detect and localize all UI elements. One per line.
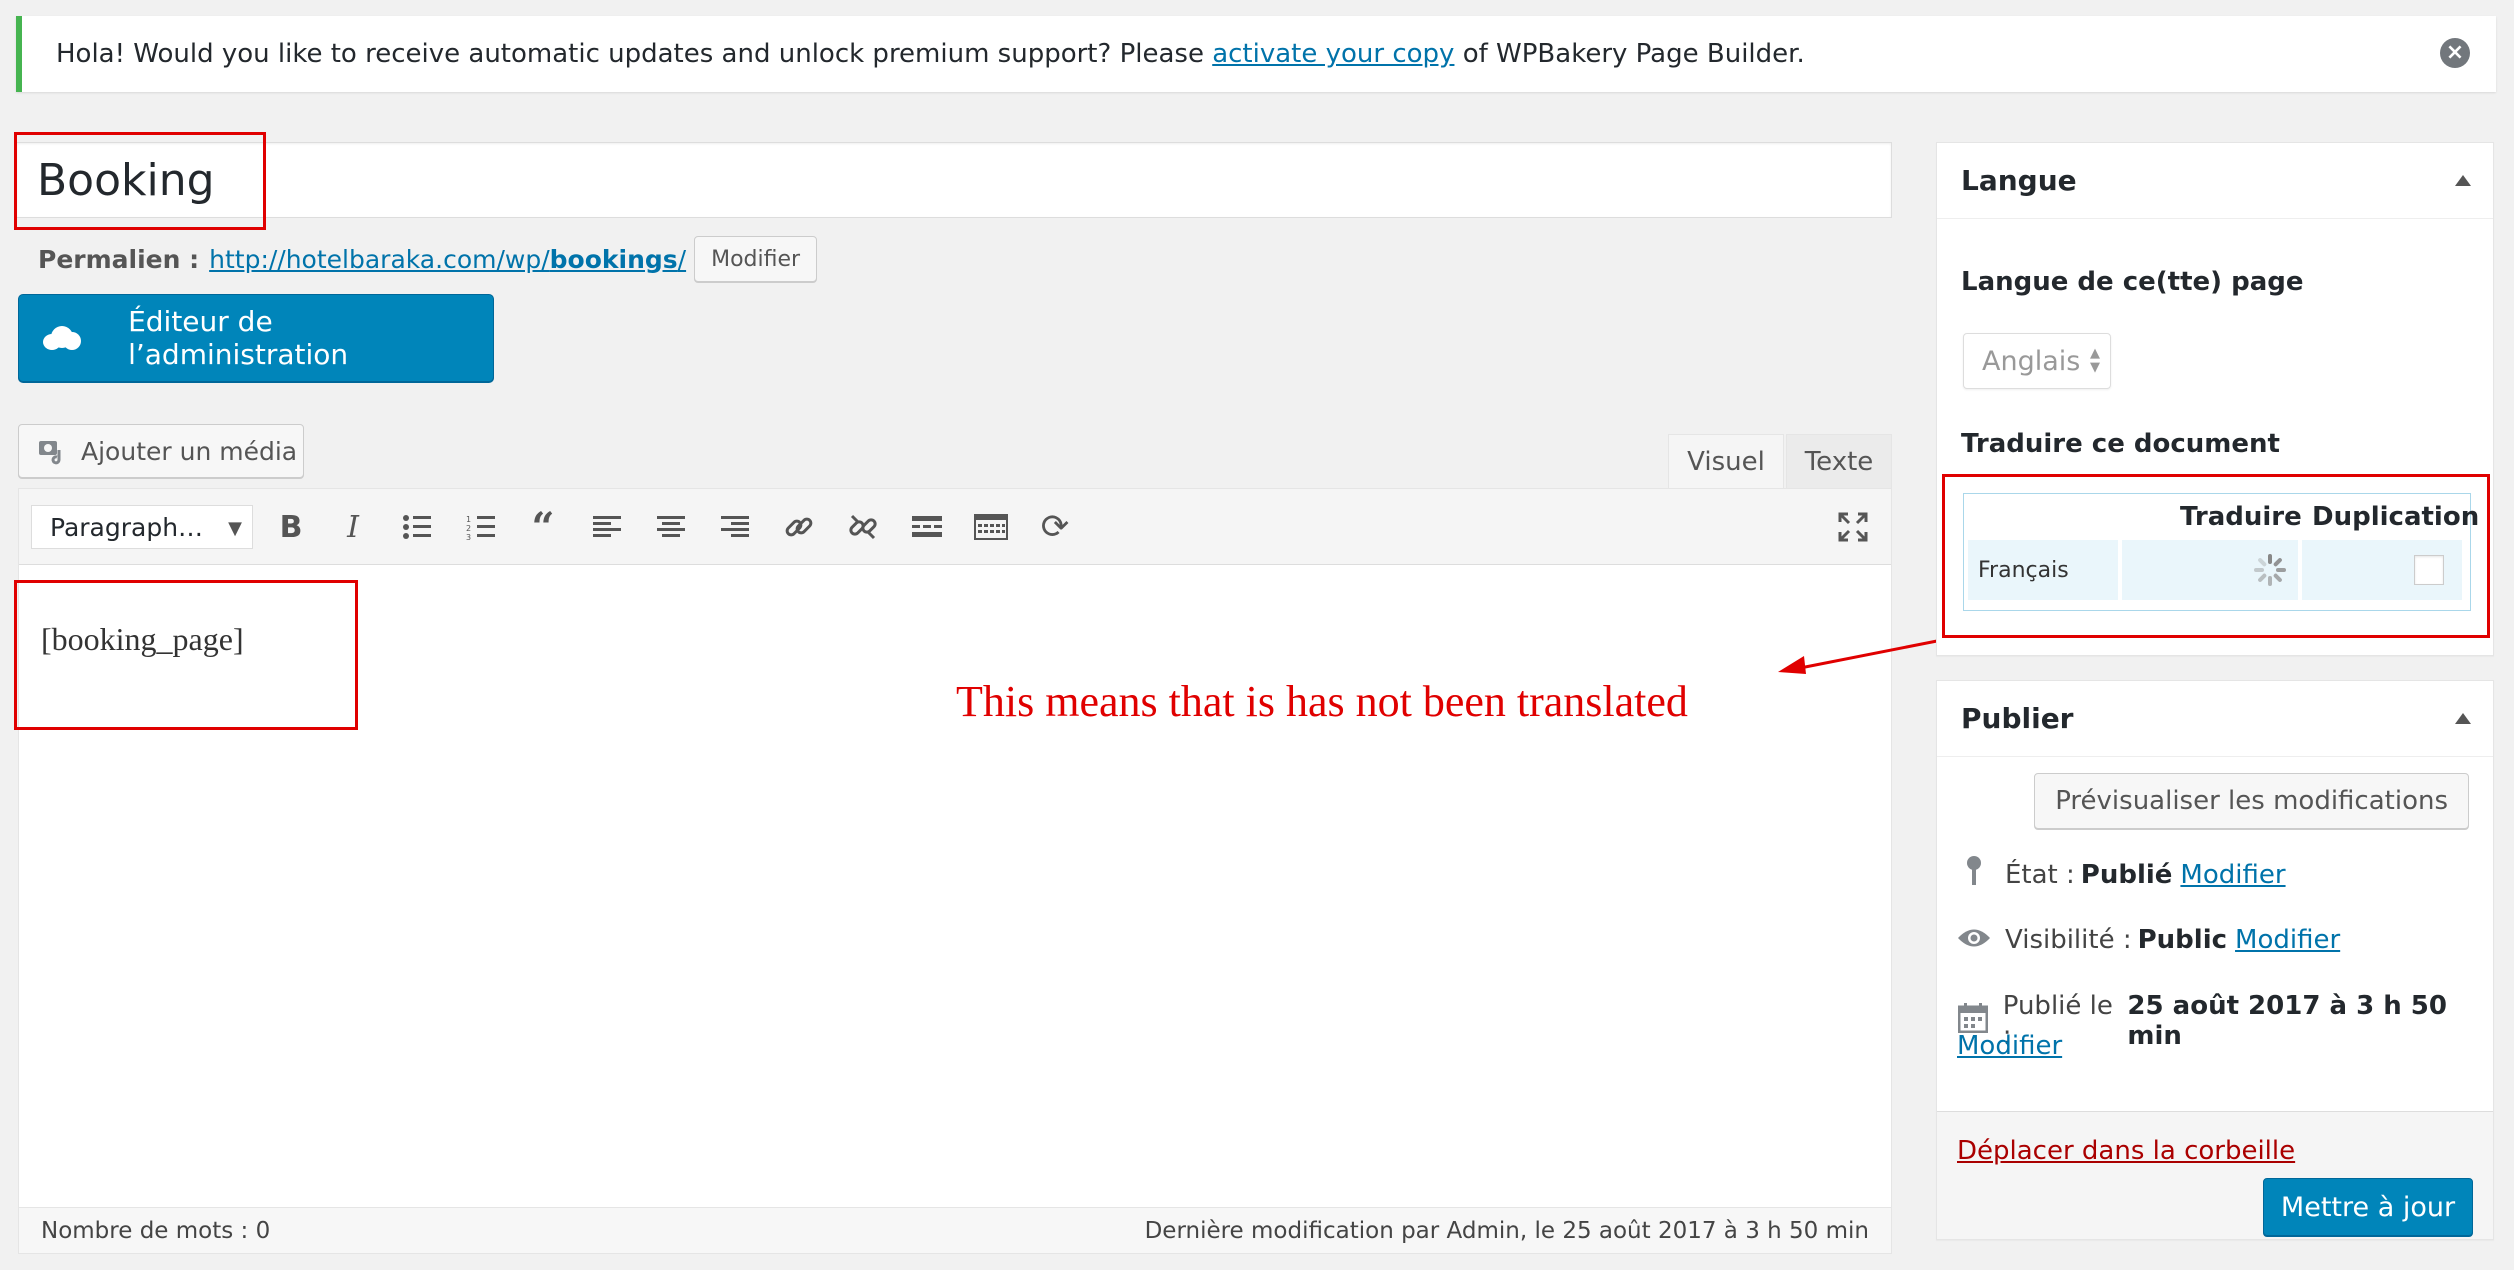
toolbar-toggle-icon[interactable]: [969, 507, 1013, 547]
chevron-down-icon: ▼: [228, 518, 242, 539]
editor-status-bar: Nombre de mots : 0 Dernière modification…: [19, 1207, 1891, 1253]
add-media-label: Ajouter un média: [81, 436, 298, 466]
translation-highlight-box: [1942, 474, 2490, 638]
title-highlight-box: [14, 132, 266, 230]
content-highlight-box: [14, 580, 358, 730]
admin-editor-button[interactable]: Éditeur de l’administration: [18, 294, 494, 382]
language-box-title: Langue: [1961, 164, 2077, 197]
publish-box-title: Publier: [1961, 702, 2074, 735]
post-title-input[interactable]: Booking: [16, 142, 1892, 218]
page-language-label: Langue de ce(tte) page: [1961, 267, 2304, 297]
publish-actions: Déplacer dans la corbeille Mettre à jour: [1937, 1111, 2493, 1239]
italic-icon[interactable]: I: [331, 507, 375, 547]
edit-status-link[interactable]: Modifier: [2180, 860, 2285, 890]
remove-link-icon[interactable]: [841, 507, 885, 547]
svg-text:2: 2: [466, 524, 471, 533]
language-box-header[interactable]: Langue: [1937, 143, 2493, 219]
admin-notice: Hola! Would you like to receive automati…: [16, 16, 2496, 92]
vc-refresh-icon[interactable]: ⟳: [1033, 507, 1077, 547]
svg-text:3: 3: [466, 533, 471, 540]
word-count: Nombre de mots : 0: [41, 1217, 271, 1244]
move-to-trash-link[interactable]: Déplacer dans la corbeille: [1957, 1136, 2295, 1166]
permalink-label: Permalien :: [38, 244, 200, 274]
tab-visual[interactable]: Visuel: [1668, 434, 1784, 488]
pin-icon: [1957, 855, 1991, 894]
publish-box-header[interactable]: Publier: [1937, 681, 2493, 757]
status-row: État : Publié Modifier: [1957, 855, 2286, 894]
language-select[interactable]: Anglais ▲ ▼: [1963, 333, 2111, 389]
admin-editor-label: Éditeur de l’administration: [128, 305, 349, 371]
edit-visibility-link[interactable]: Modifier: [2235, 925, 2340, 955]
visibility-row: Visibilité : Public Modifier: [1957, 923, 2340, 956]
numbered-list-icon[interactable]: 123: [459, 507, 503, 547]
bold-icon[interactable]: B: [269, 507, 313, 547]
notice-text: Hola! Would you like to receive automati…: [56, 39, 1805, 69]
align-left-icon[interactable]: [585, 507, 629, 547]
select-arrows-icon: ▲ ▼: [2090, 346, 2100, 375]
bullet-list-icon[interactable]: [395, 507, 439, 547]
eye-icon: [1957, 923, 1991, 956]
permalink-row: Permalien : http://hotelbaraka.com/wp/bo…: [38, 236, 818, 282]
last-modified: Dernière modification par Admin, le 25 a…: [1144, 1217, 1869, 1244]
format-select[interactable]: Paragraph… ▼: [31, 505, 253, 549]
cloud-icon: [43, 326, 82, 350]
align-center-icon[interactable]: [649, 507, 693, 547]
collapse-arrow-icon[interactable]: [2455, 713, 2471, 724]
permalink-link[interactable]: http://hotelbaraka.com/wp/bookings/: [209, 245, 686, 274]
fullscreen-icon[interactable]: [1831, 507, 1875, 547]
editor-toolbar: Paragraph… ▼ B I 123 “ ⟳: [19, 489, 1891, 565]
align-right-icon[interactable]: [713, 507, 757, 547]
edit-date-link[interactable]: Modifier: [1957, 1031, 2062, 1061]
dismiss-notice-icon[interactable]: ×: [2440, 38, 2470, 68]
insert-link-icon[interactable]: [777, 507, 821, 547]
update-button[interactable]: Mettre à jour: [2263, 1178, 2473, 1236]
permalink-edit-button[interactable]: Modifier: [694, 236, 818, 282]
preview-changes-button[interactable]: Prévisualiser les modifications: [2034, 773, 2469, 829]
add-media-button[interactable]: Ajouter un média: [18, 424, 304, 478]
publish-box: Publier Prévisualiser les modifications …: [1936, 680, 2494, 1240]
media-camera-icon: [37, 436, 67, 466]
svg-text:1: 1: [466, 515, 471, 524]
annotation-text: This means that is has not been translat…: [956, 677, 1688, 726]
tab-text[interactable]: Texte: [1786, 434, 1892, 488]
read-more-icon[interactable]: [905, 507, 949, 547]
collapse-arrow-icon[interactable]: [2455, 175, 2471, 186]
activate-copy-link[interactable]: activate your copy: [1212, 39, 1454, 69]
translate-document-label: Traduire ce document: [1961, 429, 2280, 459]
blockquote-icon[interactable]: “: [521, 504, 565, 551]
